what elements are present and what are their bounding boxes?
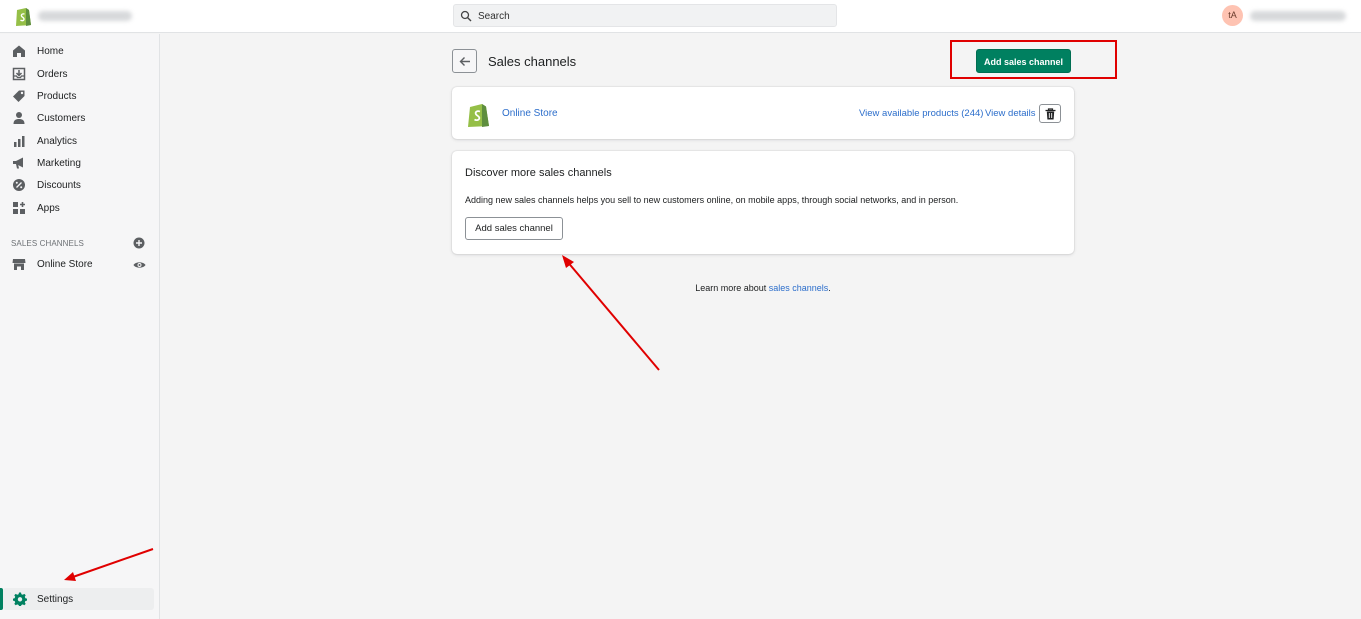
trash-icon — [1045, 108, 1056, 120]
view-details-link[interactable]: View details — [985, 108, 1036, 119]
annotation-highlight-box — [950, 40, 1117, 79]
orders-icon — [12, 67, 26, 81]
store-name[interactable] — [38, 11, 132, 21]
shopify-logo[interactable] — [14, 5, 32, 27]
settings-label: Settings — [37, 594, 74, 605]
discover-channels-card: Discover more sales channels Adding new … — [452, 151, 1074, 254]
discount-icon — [13, 179, 25, 191]
sidebar-item-label: Products — [37, 91, 77, 102]
sidebar-item-label: Online Store — [37, 259, 93, 270]
avatar[interactable]: tA — [1222, 5, 1243, 26]
discover-title: Discover more sales channels — [465, 167, 612, 179]
person-icon — [13, 112, 25, 124]
arrow-left-icon — [459, 57, 470, 66]
search-placeholder: Search — [478, 11, 510, 22]
sidebar: Home Orders Products Customers Analytics… — [0, 34, 160, 619]
view-available-products-link[interactable]: View available products (244) — [859, 108, 983, 119]
sidebar-item-label: Apps — [37, 203, 60, 214]
sidebar-item-label: Customers — [37, 113, 86, 124]
sidebar-item-orders[interactable]: Orders — [0, 64, 160, 84]
sidebar-item-discounts[interactable]: Discounts — [0, 175, 160, 195]
eye-icon[interactable] — [133, 260, 146, 270]
sidebar-item-apps[interactable]: Apps — [0, 198, 160, 218]
discover-description: Adding new sales channels helps you sell… — [465, 195, 959, 205]
online-store-link[interactable]: Online Store — [502, 108, 558, 119]
back-button[interactable] — [452, 49, 477, 73]
add-circle-icon[interactable] — [133, 237, 145, 249]
learn-more-text: Learn more about sales channels. — [452, 283, 1074, 293]
sidebar-item-label: Marketing — [37, 158, 81, 169]
top-bar: Search tA — [0, 0, 1361, 33]
sidebar-item-products[interactable]: Products — [0, 86, 160, 106]
add-sales-channel-button[interactable]: Add sales channel — [465, 217, 563, 240]
annotation-arrow-discover — [562, 255, 660, 371]
home-icon — [13, 45, 25, 57]
delete-channel-button[interactable] — [1039, 104, 1061, 123]
sidebar-item-label: Orders — [37, 69, 68, 80]
bar-chart-icon — [14, 136, 25, 147]
online-store-card: Online Store View available products (24… — [452, 87, 1074, 139]
sales-channels-heading: SALES CHANNELS — [11, 239, 84, 248]
store-icon — [12, 259, 26, 270]
sidebar-item-label: Analytics — [37, 136, 78, 147]
shopify-store-icon — [468, 104, 489, 127]
page-title: Sales channels — [488, 54, 577, 69]
sidebar-item-marketing[interactable]: Marketing — [0, 153, 160, 173]
gear-icon — [13, 592, 27, 606]
learn-more-prefix: Learn more about — [695, 283, 769, 293]
search-icon — [460, 10, 472, 22]
megaphone-icon — [13, 157, 23, 169]
search-input[interactable]: Search — [453, 4, 837, 27]
apps-icon — [13, 202, 25, 214]
active-indicator — [0, 588, 3, 610]
sidebar-item-label: Home — [37, 46, 64, 57]
sidebar-item-label: Discounts — [37, 180, 81, 191]
sidebar-item-settings[interactable]: Settings — [0, 588, 154, 610]
sidebar-item-analytics[interactable]: Analytics — [0, 131, 160, 151]
user-name[interactable] — [1250, 11, 1346, 21]
sales-channels-link[interactable]: sales channels — [769, 283, 829, 293]
sidebar-item-home[interactable]: Home — [0, 41, 160, 61]
learn-more-suffix: . — [828, 283, 831, 293]
sidebar-item-customers[interactable]: Customers — [0, 108, 160, 128]
tag-icon — [13, 90, 25, 102]
